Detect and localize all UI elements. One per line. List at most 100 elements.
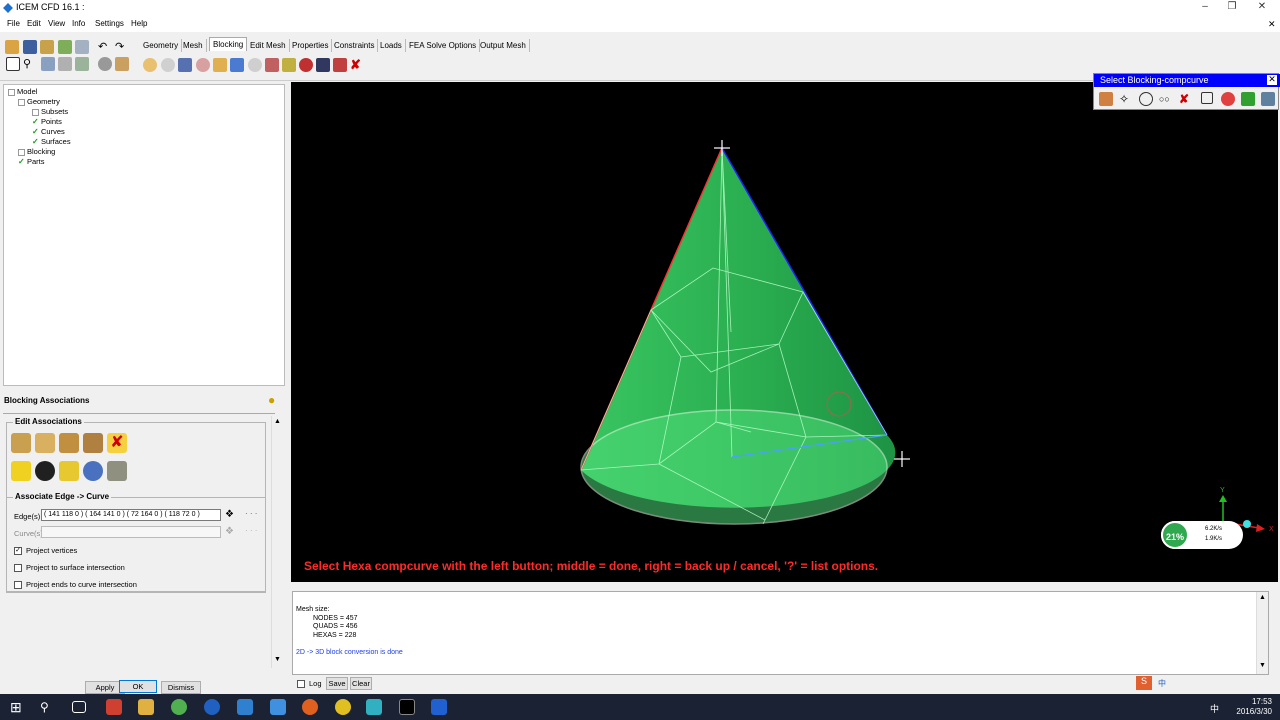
- menu-settings[interactable]: Settings: [95, 19, 124, 28]
- app-taskbar-1-icon[interactable]: [106, 699, 122, 715]
- task-view-icon[interactable]: [72, 701, 86, 713]
- undo-icon[interactable]: ↶: [98, 40, 112, 54]
- chrome-icon[interactable]: [335, 699, 351, 715]
- tab-fea-solve-options[interactable]: FEA Solve Options: [406, 39, 481, 52]
- tab-loads[interactable]: Loads: [377, 39, 406, 52]
- tree-node-blocking[interactable]: Blocking: [18, 147, 55, 156]
- select-circle-icon[interactable]: [1139, 92, 1153, 106]
- group-curves-icon[interactable]: [83, 461, 103, 481]
- save-icon[interactable]: [23, 40, 37, 54]
- display-icon[interactable]: [75, 57, 89, 71]
- file-explorer-icon[interactable]: [138, 699, 154, 715]
- menu-help[interactable]: Help: [131, 19, 147, 28]
- project-surface-checkbox[interactable]: Project to surface intersection: [14, 563, 125, 573]
- restore-button[interactable]: ❐: [1222, 1, 1242, 13]
- help-bulb-icon[interactable]: ●: [268, 393, 275, 407]
- select-cancel-icon[interactable]: ✘: [1179, 92, 1193, 106]
- move-vertex-icon[interactable]: [230, 58, 244, 72]
- search-icon[interactable]: ⚲: [40, 699, 56, 715]
- select-visible-icon[interactable]: [1241, 92, 1255, 106]
- project-vertices-checkbox[interactable]: ✓ Project vertices: [14, 546, 77, 556]
- tray-ime[interactable]: 中: [1210, 702, 1219, 715]
- select-star-icon[interactable]: ✧: [1119, 92, 1133, 106]
- tab-edit-mesh[interactable]: Edit Mesh: [247, 39, 290, 52]
- export-icon[interactable]: [75, 40, 89, 54]
- graphics-viewport[interactable]: Y X 21% 6.2K/s 1.9K/s Select Hexa compcu…: [291, 82, 1278, 582]
- tree-node-geometry[interactable]: Geometry: [18, 97, 60, 106]
- split-block-icon[interactable]: [161, 58, 175, 72]
- select-toggle-icon[interactable]: ○○: [1159, 92, 1173, 106]
- zoom-icon[interactable]: ⚲: [23, 57, 37, 71]
- disassociate-icon[interactable]: ✘: [107, 433, 127, 453]
- clock[interactable]: 17:53 2016/3/30: [1236, 697, 1272, 717]
- app-taskbar-6-icon[interactable]: [366, 699, 382, 715]
- more-edges-icon[interactable]: · · ·: [245, 509, 257, 518]
- curves-field[interactable]: [41, 526, 221, 538]
- pre-mesh-params-icon[interactable]: [282, 58, 296, 72]
- dismiss-button[interactable]: Dismiss: [161, 681, 201, 694]
- ime-mode[interactable]: 中: [1158, 678, 1166, 689]
- merge-vertices-icon[interactable]: [178, 58, 192, 72]
- block-checks-icon[interactable]: [333, 58, 347, 72]
- edit-block-icon[interactable]: [196, 58, 210, 72]
- menubar-close-icon[interactable]: ✕: [1268, 19, 1276, 30]
- associate-vertex-icon[interactable]: [11, 433, 31, 453]
- select-curves-icon[interactable]: ❖: [225, 526, 234, 537]
- tree-node-subsets[interactable]: Subsets: [32, 107, 68, 116]
- clear-log-button[interactable]: Clear: [350, 677, 372, 690]
- redo-icon[interactable]: ↷: [115, 40, 129, 54]
- reset-associations-icon[interactable]: [35, 461, 55, 481]
- create-block-icon[interactable]: [143, 58, 157, 72]
- associate-icon[interactable]: [213, 58, 227, 72]
- measure-icon[interactable]: [58, 57, 72, 71]
- icem-taskbar-icon[interactable]: [431, 699, 447, 715]
- terminal-icon[interactable]: [399, 699, 415, 715]
- app-taskbar-3-icon[interactable]: [204, 699, 220, 715]
- more-curves-icon[interactable]: · · ·: [245, 526, 257, 535]
- import-icon[interactable]: [40, 40, 54, 54]
- tab-properties[interactable]: Properties: [289, 39, 333, 52]
- pre-mesh-quality-icon[interactable]: [299, 58, 313, 72]
- tree-node-points[interactable]: ✓ Points: [32, 117, 62, 126]
- refresh-icon[interactable]: [98, 57, 112, 71]
- select-mouse-icon[interactable]: [1099, 92, 1113, 106]
- solid-icon[interactable]: [115, 57, 129, 71]
- tree-node-model[interactable]: Model: [8, 87, 37, 96]
- associate-face-icon[interactable]: [83, 433, 103, 453]
- menu-edit[interactable]: Edit: [27, 19, 41, 28]
- associate-edge-curve-icon[interactable]: [35, 433, 55, 453]
- app-taskbar-4-icon[interactable]: [237, 699, 253, 715]
- save-log-button[interactable]: Save: [326, 677, 348, 690]
- start-icon[interactable]: ⊞: [10, 699, 26, 715]
- ok-button[interactable]: OK: [119, 680, 157, 693]
- project-ends-checkbox[interactable]: Project ends to curve intersection: [14, 580, 137, 590]
- app-taskbar-5-icon[interactable]: [270, 699, 286, 715]
- import-mesh-icon[interactable]: [58, 40, 72, 54]
- edges-field[interactable]: ( 141 118 0 ) ( 164 141 0 ) ( 72 164 0 )…: [41, 509, 221, 521]
- tab-constraints[interactable]: Constraints: [331, 39, 379, 52]
- tree-node-parts[interactable]: ✓ Parts: [18, 157, 45, 166]
- tree-node-surfaces[interactable]: ✓ Surfaces: [32, 137, 71, 146]
- select-by-name-icon[interactable]: [1261, 92, 1275, 106]
- tree-node-curves[interactable]: ✓ Curves: [32, 127, 65, 136]
- delete-block-icon[interactable]: ✘: [350, 58, 364, 72]
- associate-edge-surface-icon[interactable]: [59, 433, 79, 453]
- auto-associate-icon[interactable]: [107, 461, 127, 481]
- view-icon[interactable]: [41, 57, 55, 71]
- pre-mesh-smooth-icon[interactable]: [316, 58, 330, 72]
- ime-logo-icon[interactable]: S: [1136, 676, 1152, 690]
- tab-blocking[interactable]: Blocking: [209, 37, 248, 51]
- menu-file[interactable]: File: [7, 19, 20, 28]
- select-parts-icon[interactable]: [1221, 92, 1235, 106]
- select-close-icon[interactable]: ✕: [1267, 75, 1277, 85]
- transform-blocks-icon[interactable]: [248, 58, 262, 72]
- edit-edge-icon[interactable]: [265, 58, 279, 72]
- tab-output-mesh[interactable]: Output Mesh: [477, 39, 530, 52]
- tab-geometry[interactable]: Geometry: [140, 39, 183, 52]
- app-taskbar-2-icon[interactable]: [171, 699, 187, 715]
- select-edges-icon[interactable]: ❖: [225, 509, 234, 520]
- fit-window-icon[interactable]: [6, 57, 20, 71]
- close-button[interactable]: ✕: [1252, 1, 1272, 13]
- select-all-icon[interactable]: [1201, 92, 1213, 104]
- assoc-scrollbar[interactable]: ▲ ▼: [271, 416, 283, 668]
